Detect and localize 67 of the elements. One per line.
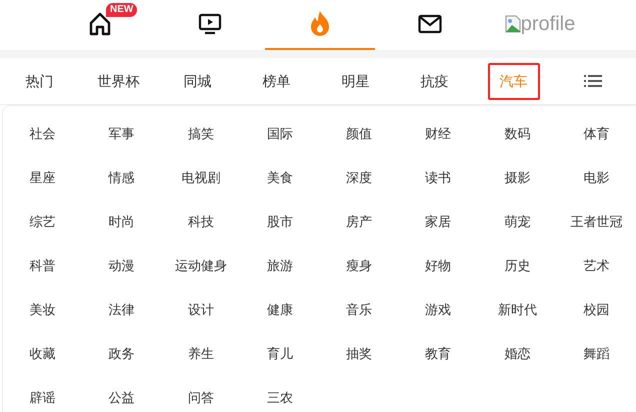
- tv-icon: [198, 12, 222, 36]
- profile-alt-text: profile: [520, 12, 576, 37]
- category-link[interactable]: 读书: [425, 168, 452, 188]
- category-link[interactable]: 深度: [346, 168, 372, 188]
- category-link[interactable]: 新时代: [498, 300, 537, 320]
- category-link[interactable]: 科普: [30, 256, 56, 276]
- category-link[interactable]: 萌宠: [504, 212, 530, 232]
- category-link[interactable]: 动漫: [108, 256, 135, 276]
- channel-tab[interactable]: 热门: [14, 62, 66, 100]
- category-link[interactable]: 电影: [583, 168, 610, 188]
- category-link[interactable]: 旅游: [266, 256, 293, 276]
- mail-icon: [418, 14, 442, 34]
- category-link[interactable]: 游戏: [425, 300, 452, 320]
- category-link[interactable]: 辟谣: [30, 388, 56, 408]
- category-link[interactable]: 运动健身: [174, 256, 227, 276]
- menu-icon[interactable]: [584, 74, 602, 88]
- category-link[interactable]: 家居: [425, 212, 452, 232]
- channel-tab[interactable]: 抗疫: [408, 62, 460, 100]
- category-link[interactable]: 国际: [266, 124, 293, 144]
- category-link[interactable]: 军事: [108, 124, 135, 144]
- category-link[interactable]: 问答: [188, 388, 214, 408]
- category-link[interactable]: 颜值: [346, 124, 372, 144]
- category-link[interactable]: 健康: [266, 300, 293, 320]
- category-link[interactable]: 教育: [425, 344, 452, 364]
- channel-tab[interactable]: 同城: [172, 62, 224, 100]
- category-link[interactable]: 政务: [108, 344, 135, 364]
- flame-icon: [308, 10, 332, 38]
- category-link[interactable]: 舞蹈: [583, 344, 610, 364]
- category-link[interactable]: 抽奖: [346, 344, 372, 364]
- category-link[interactable]: 时尚: [108, 212, 135, 232]
- category-link[interactable]: 房产: [346, 212, 372, 232]
- broken-image-icon: [504, 15, 521, 33]
- category-link[interactable]: 历史: [504, 256, 530, 276]
- category-link[interactable]: 电视剧: [181, 168, 220, 188]
- category-link[interactable]: 美妆: [30, 300, 56, 320]
- category-link[interactable]: 好物: [425, 256, 452, 276]
- category-link[interactable]: 音乐: [346, 300, 372, 320]
- category-link[interactable]: 美食: [266, 168, 293, 188]
- category-link[interactable]: 校园: [583, 300, 610, 320]
- category-link[interactable]: 公益: [108, 388, 135, 408]
- category-link[interactable]: 王者世冠: [570, 212, 622, 232]
- category-link[interactable]: 收藏: [30, 344, 56, 364]
- category-link[interactable]: 设计: [188, 300, 214, 320]
- category-link[interactable]: 搞笑: [188, 124, 214, 144]
- category-link[interactable]: 艺术: [583, 256, 610, 276]
- channel-tab[interactable]: 明星: [330, 62, 382, 100]
- category-link[interactable]: 情感: [108, 168, 135, 188]
- home-icon: [87, 11, 113, 37]
- category-link[interactable]: 瘦身: [346, 256, 372, 276]
- category-link[interactable]: 体育: [583, 124, 610, 144]
- channel-tab[interactable]: 世界杯: [86, 62, 152, 100]
- category-link[interactable]: 财经: [425, 124, 452, 144]
- new-badge: NEW: [106, 3, 138, 17]
- category-link[interactable]: 科技: [188, 212, 214, 232]
- category-link[interactable]: 数码: [504, 124, 530, 144]
- category-link[interactable]: 养生: [188, 344, 214, 364]
- nav-tab[interactable]: NEW: [45, 0, 155, 50]
- category-link[interactable]: 综艺: [30, 212, 56, 232]
- category-link[interactable]: 股市: [266, 212, 293, 232]
- channel-tab[interactable]: 榜单: [250, 62, 302, 100]
- category-link[interactable]: 三农: [266, 388, 293, 408]
- category-link[interactable]: 社会: [30, 124, 56, 144]
- category-link[interactable]: 星座: [30, 168, 56, 188]
- category-link[interactable]: 育儿: [266, 344, 293, 364]
- category-link[interactable]: 婚恋: [504, 344, 530, 364]
- category-link[interactable]: 法律: [108, 300, 135, 320]
- category-link[interactable]: 摄影: [504, 168, 530, 188]
